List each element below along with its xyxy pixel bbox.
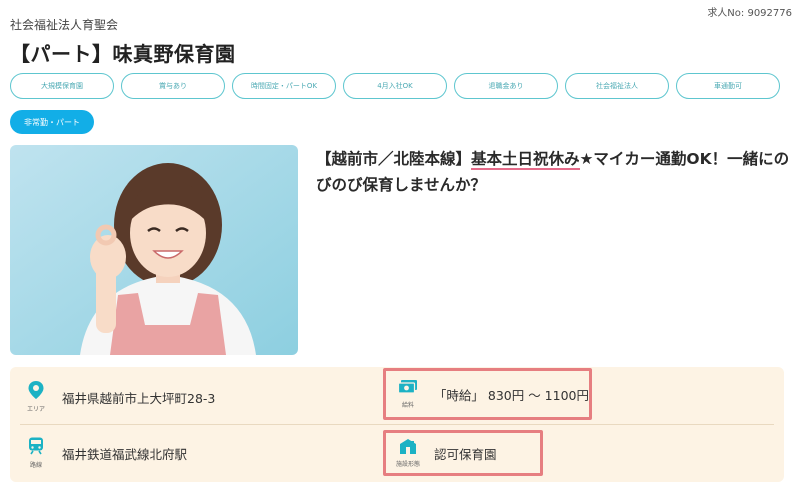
- facility-value: 認可保育園: [434, 446, 497, 462]
- tag-car-commute[interactable]: 車通勤可: [676, 73, 780, 99]
- headline-prefix: 【越前市／北陸本線】: [316, 150, 472, 168]
- money-icon: [397, 379, 418, 399]
- facility-label: 施設形態: [395, 461, 420, 468]
- staff-photo: [10, 145, 298, 355]
- job-headline: 【越前市／北陸本線】基本土日祝休み★マイカー通勤OK！一緒にのびのび保育しません…: [316, 146, 792, 198]
- location-pin-icon: [28, 381, 44, 403]
- route-value: 福井鉄道福武線北府駅: [62, 446, 188, 462]
- salary-row: 給料 「時給」 830円 ～ 1100円: [383, 368, 592, 420]
- building-icon: [399, 438, 417, 458]
- employment-type-badge: 非常勤・パート: [10, 110, 94, 134]
- tag-fixed-hours[interactable]: 時間固定・パートOK: [232, 73, 336, 99]
- info-divider: [20, 424, 774, 425]
- salary-label: 給料: [401, 402, 414, 409]
- salary-value: 「時給」 830円 ～ 1100円: [433, 387, 589, 403]
- job-number: 求人No: 9092776: [707, 8, 792, 19]
- tag-retirement[interactable]: 退職金あり: [454, 73, 558, 99]
- tag-large-nursery[interactable]: 大規模保育園: [10, 73, 114, 99]
- organization-name: 社会福祉法人育聖会: [10, 18, 119, 32]
- facility-row: 施設形態 認可保育園: [383, 430, 543, 476]
- area-label: エリア: [26, 406, 45, 413]
- area-value: 福井県越前市上大坪町28-3: [62, 390, 216, 406]
- tag-april-start[interactable]: 4月入社OK: [343, 73, 447, 99]
- tag-social-welfare[interactable]: 社会福祉法人: [565, 73, 669, 99]
- route-row: 路線 福井鉄道福武線北府駅: [18, 433, 187, 473]
- job-info-panel: エリア 福井県越前市上大坪町28-3 給料 「時給」 830円 ～ 1100円 …: [10, 367, 784, 482]
- headline-highlight: 基本土日祝休み: [471, 150, 580, 170]
- train-icon: [28, 437, 44, 459]
- route-label: 路線: [29, 462, 42, 469]
- page-title: 【パート】味真野保育園: [10, 42, 236, 66]
- feature-tags: 大規模保育園 賞与あり 時間固定・パートOK 4月入社OK 退職金あり 社会福祉…: [10, 73, 790, 99]
- tag-bonus[interactable]: 賞与あり: [121, 73, 225, 99]
- area-row: エリア 福井県越前市上大坪町28-3: [18, 377, 215, 417]
